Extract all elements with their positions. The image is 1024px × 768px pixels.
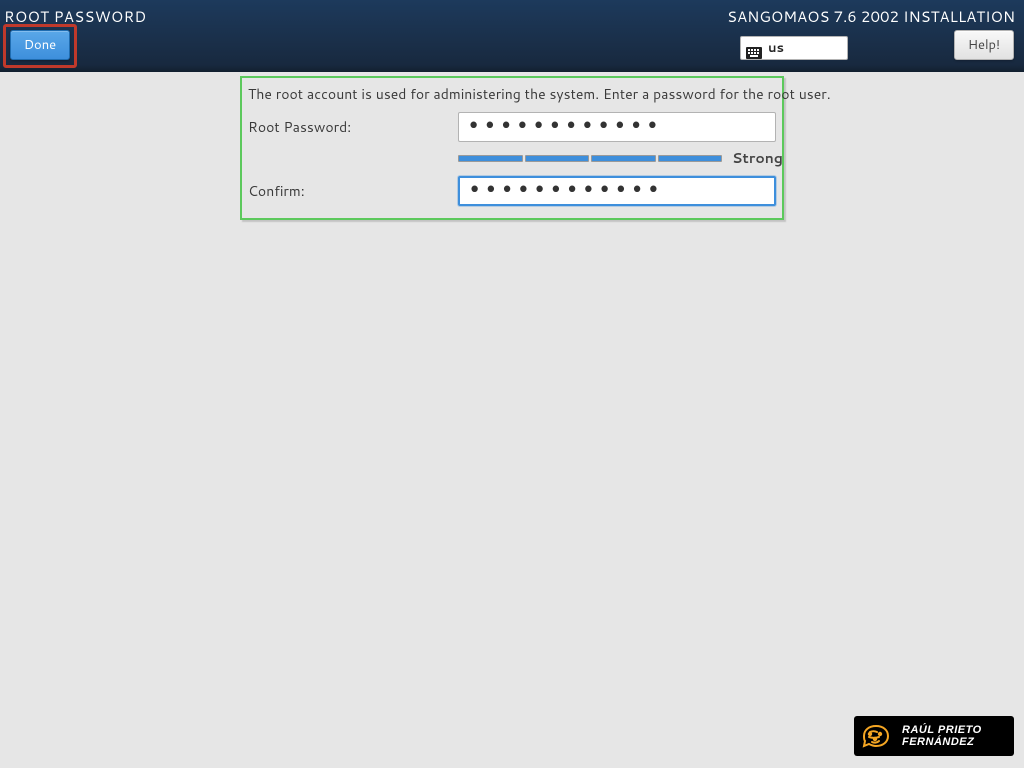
keyboard-icon xyxy=(746,42,762,54)
confirm-password-input[interactable]: •••••••••••• xyxy=(458,176,776,206)
brain-icon xyxy=(858,722,894,750)
done-button[interactable]: Done xyxy=(10,30,70,60)
watermark-line1: RAÚL PRIETO xyxy=(902,724,982,736)
help-button[interactable]: Help! xyxy=(954,30,1014,60)
strength-segment xyxy=(458,155,523,162)
password-strength-meter xyxy=(458,155,722,162)
strength-segment xyxy=(591,155,656,162)
password-strength-row: Strong xyxy=(458,144,780,174)
watermark-line2: FERNÁNDEZ xyxy=(902,736,982,748)
watermark-text: RAÚL PRIETO FERNÁNDEZ xyxy=(902,724,982,748)
instruction-text: The root account is used for administeri… xyxy=(246,82,778,110)
author-watermark: RAÚL PRIETO FERNÁNDEZ xyxy=(854,716,1014,756)
root-password-row: Root Password: •••••••••••• xyxy=(246,110,778,144)
root-password-label: Root Password: xyxy=(246,117,458,137)
keyboard-layout-selector[interactable]: us xyxy=(740,36,848,60)
strength-segment xyxy=(525,155,590,162)
page-title: ROOT PASSWORD xyxy=(4,6,146,27)
root-password-input[interactable]: •••••••••••• xyxy=(458,112,776,142)
keyboard-layout-label: us xyxy=(768,39,784,57)
installer-title: SANGOMAOS 7.6 2002 INSTALLATION xyxy=(727,6,1015,27)
password-strength-label: Strong xyxy=(732,148,780,168)
confirm-password-row: Confirm: •••••••••••• xyxy=(246,174,778,208)
strength-segment xyxy=(658,155,723,162)
top-bar: ROOT PASSWORD SANGOMAOS 7.6 2002 INSTALL… xyxy=(0,0,1024,72)
confirm-password-label: Confirm: xyxy=(246,181,458,201)
root-password-form: The root account is used for administeri… xyxy=(240,76,784,220)
